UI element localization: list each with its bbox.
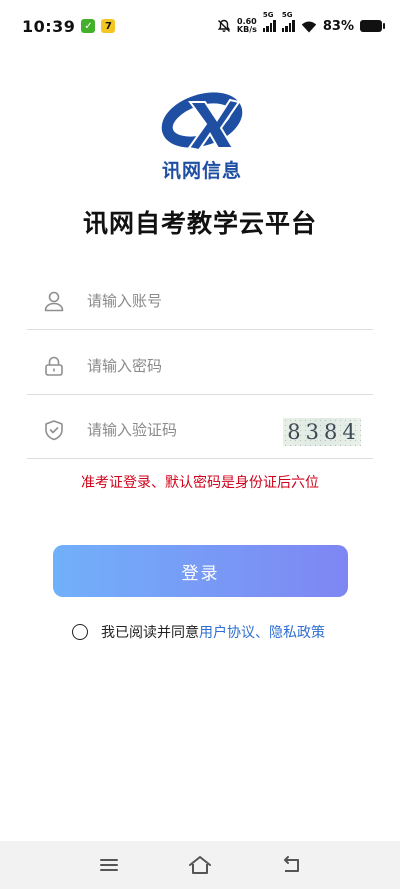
account-field[interactable] [27, 272, 373, 330]
agree-radio[interactable] [72, 624, 88, 640]
shield-check-icon [41, 417, 67, 443]
agreement-row: 我已阅读并同意 用户协议 、 隐私政策 [72, 622, 325, 642]
password-field[interactable] [27, 337, 373, 395]
network-speed: 0.60 KB/s [237, 18, 257, 34]
app-notification-icon: 7 [101, 19, 116, 33]
captcha-field[interactable]: 8 3 8 4 [27, 401, 373, 459]
menu-icon[interactable] [89, 845, 129, 885]
network-speed-unit: KB/s [236, 25, 257, 34]
captcha-image[interactable]: 8 3 8 4 [283, 418, 361, 446]
signal-tag: 5G [281, 11, 293, 19]
back-icon[interactable] [271, 845, 311, 885]
captcha-char: 3 [305, 420, 320, 444]
lock-icon [41, 353, 67, 379]
system-nav-bar [0, 841, 400, 889]
agreement-separator: 、 [255, 625, 269, 641]
signal-tag: 5G [262, 11, 274, 19]
user-agreement-link[interactable]: 用户协议 [199, 622, 255, 642]
wifi-icon [301, 21, 317, 32]
captcha-char: 8 [287, 420, 302, 444]
battery-icon [360, 20, 385, 32]
captcha-char: 8 [324, 420, 339, 444]
mute-bell-icon [217, 19, 231, 32]
home-icon[interactable] [180, 845, 220, 885]
login-button[interactable]: 登录 [53, 545, 348, 597]
brand-name: 讯网信息 [161, 160, 242, 182]
clock: 10:39 [22, 16, 76, 36]
battery-percent: 83% [322, 18, 354, 34]
signal-icon: 5G [262, 11, 276, 32]
privacy-policy-link[interactable]: 隐私政策 [269, 622, 325, 642]
account-input[interactable] [87, 291, 267, 310]
agreement-prefix: 我已阅读并同意 [101, 625, 199, 641]
check-notification-icon: ✓ [81, 19, 96, 33]
login-hint: 准考证登录、默认密码是身份证后六位 [81, 475, 319, 491]
password-input[interactable] [87, 356, 267, 375]
status-left: 10:39 ✓ 7 [22, 16, 116, 36]
status-right: 0.60 KB/s 5G 5G 83% [217, 11, 385, 34]
captcha-input[interactable] [87, 420, 267, 439]
status-bar: 10:39 ✓ 7 0.60 KB/s 5G 5G 83% [0, 0, 400, 52]
signal-icon: 5G [281, 11, 295, 32]
user-icon [41, 288, 67, 314]
captcha-char: 4 [342, 420, 357, 444]
page-title: 讯网自考教学云平台 [82, 209, 317, 238]
